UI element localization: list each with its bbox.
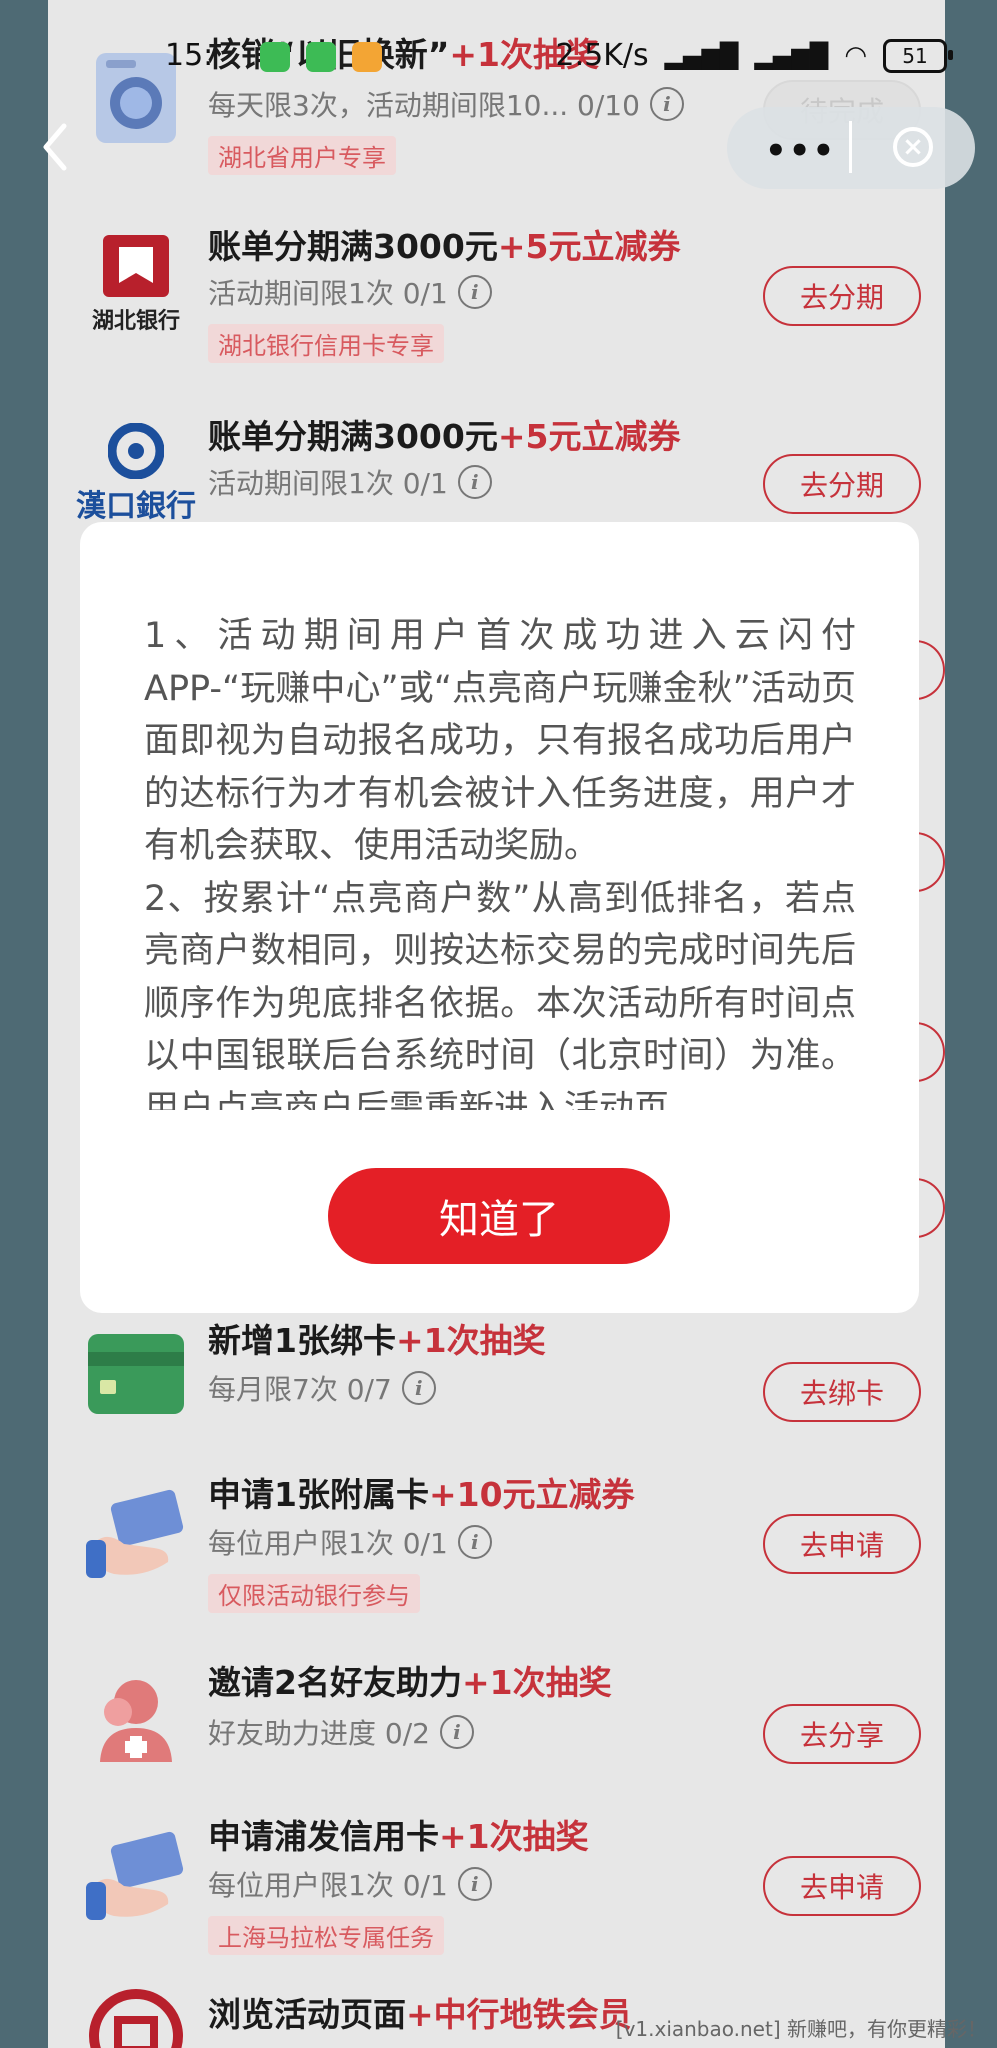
page: 核销“以旧换新”+1次抽奖 每天限3次，活动期间限10... 0/10i 湖北省… [0,0,997,2048]
watermark: [v1.xianbao.net] 新赚吧，有你更精彩！ [615,2017,987,2041]
rules-text: 1、活动期间用户首次成功进入云闪付APP-“玩赚中心”或“点亮商户玩赚金秋”活动… [144,610,856,1110]
rules-dialog: 1、活动期间用户首次成功进入云闪付APP-“玩赚中心”或“点亮商户玩赚金秋”活动… [80,522,919,1313]
rules-paragraph: 1、活动期间用户首次成功进入云闪付APP-“玩赚中心”或“点亮商户玩赚金秋”活动… [144,616,856,866]
rules-paragraph: 2、按累计“点亮商户数”从高到低排名，若点亮商户数相同，则按达标交易的完成时间先… [144,878,856,1111]
ok-button[interactable]: 知道了 [328,1168,670,1264]
